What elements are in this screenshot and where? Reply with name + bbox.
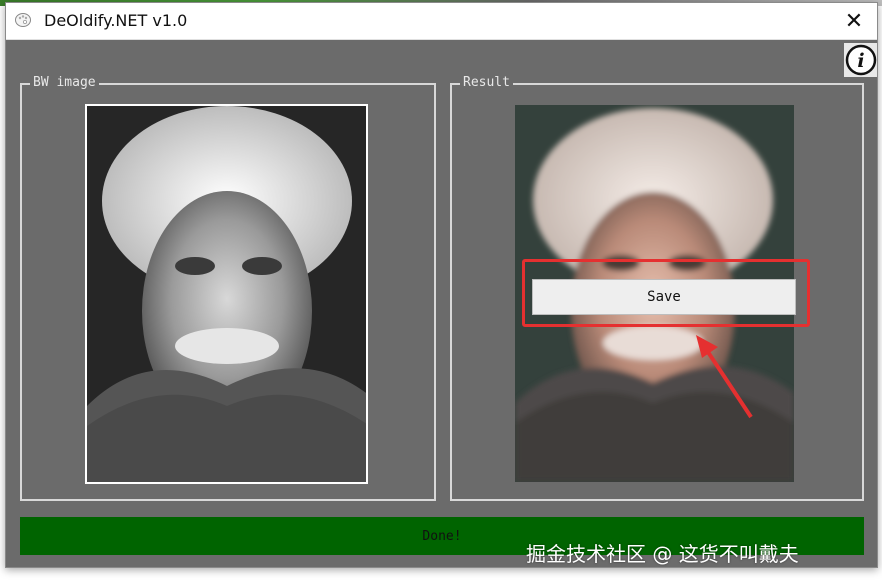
close-button[interactable]: ✕ [831,3,877,39]
info-icon: i [845,44,877,76]
title-bar[interactable]: DeOldify.NET v1.0 ✕ [6,3,877,40]
bw-image-preview [85,104,368,484]
window-title: DeOldify.NET v1.0 [44,11,188,30]
palette-icon [15,13,31,27]
close-icon: ✕ [844,8,864,34]
bw-image-label: BW image [30,75,99,90]
result-label: Result [460,75,513,90]
watermark-text: 掘金技术社区 @ 这货不叫戴夫 [526,542,799,566]
info-button[interactable]: i [844,43,877,77]
save-button[interactable]: Save [532,279,796,315]
info-glyph: i [857,50,864,72]
app-window: DeOldify.NET v1.0 ✕ i BW image Result Do… [5,2,878,568]
status-text: Done! [422,528,462,544]
